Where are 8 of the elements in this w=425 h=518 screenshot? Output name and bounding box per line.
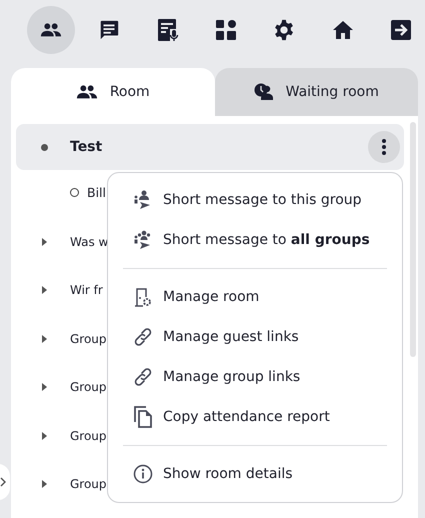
group-name: Group xyxy=(70,332,107,346)
group-name: Group xyxy=(70,380,107,394)
group-name: Was w xyxy=(70,234,108,248)
group-name: Group xyxy=(70,477,107,491)
group-name: Group xyxy=(70,428,107,442)
participant-name: Bill xyxy=(87,185,106,200)
group-name: Test xyxy=(70,139,102,155)
group-name: Wir fr xyxy=(70,283,103,297)
